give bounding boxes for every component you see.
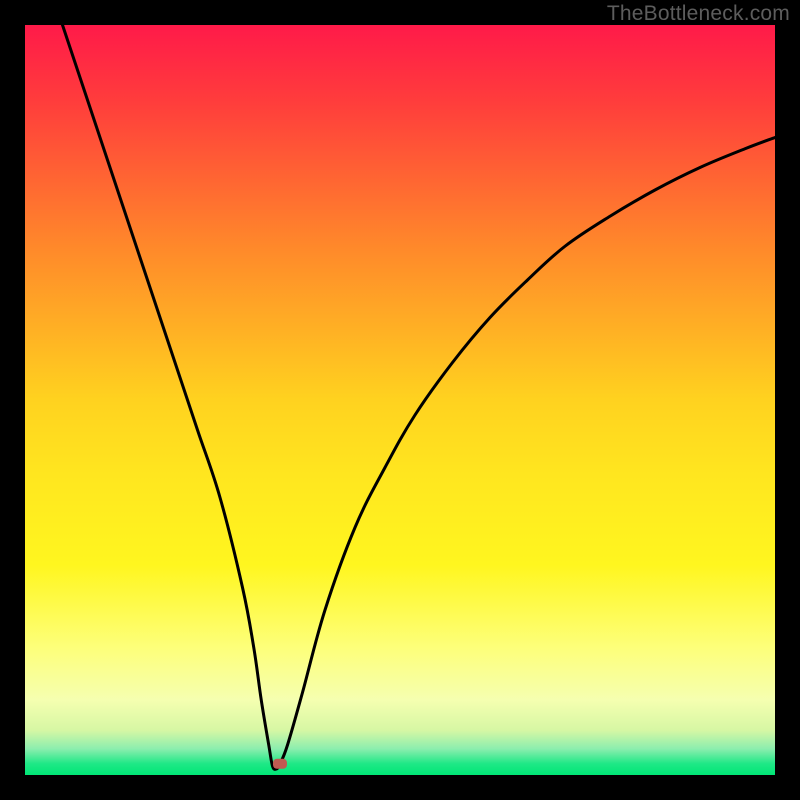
chart-frame: TheBottleneck.com: [0, 0, 800, 800]
watermark-text: TheBottleneck.com: [607, 2, 790, 26]
chart-plot: [25, 25, 775, 775]
chart-background: [25, 25, 775, 775]
optimal-point-marker: [273, 759, 287, 769]
